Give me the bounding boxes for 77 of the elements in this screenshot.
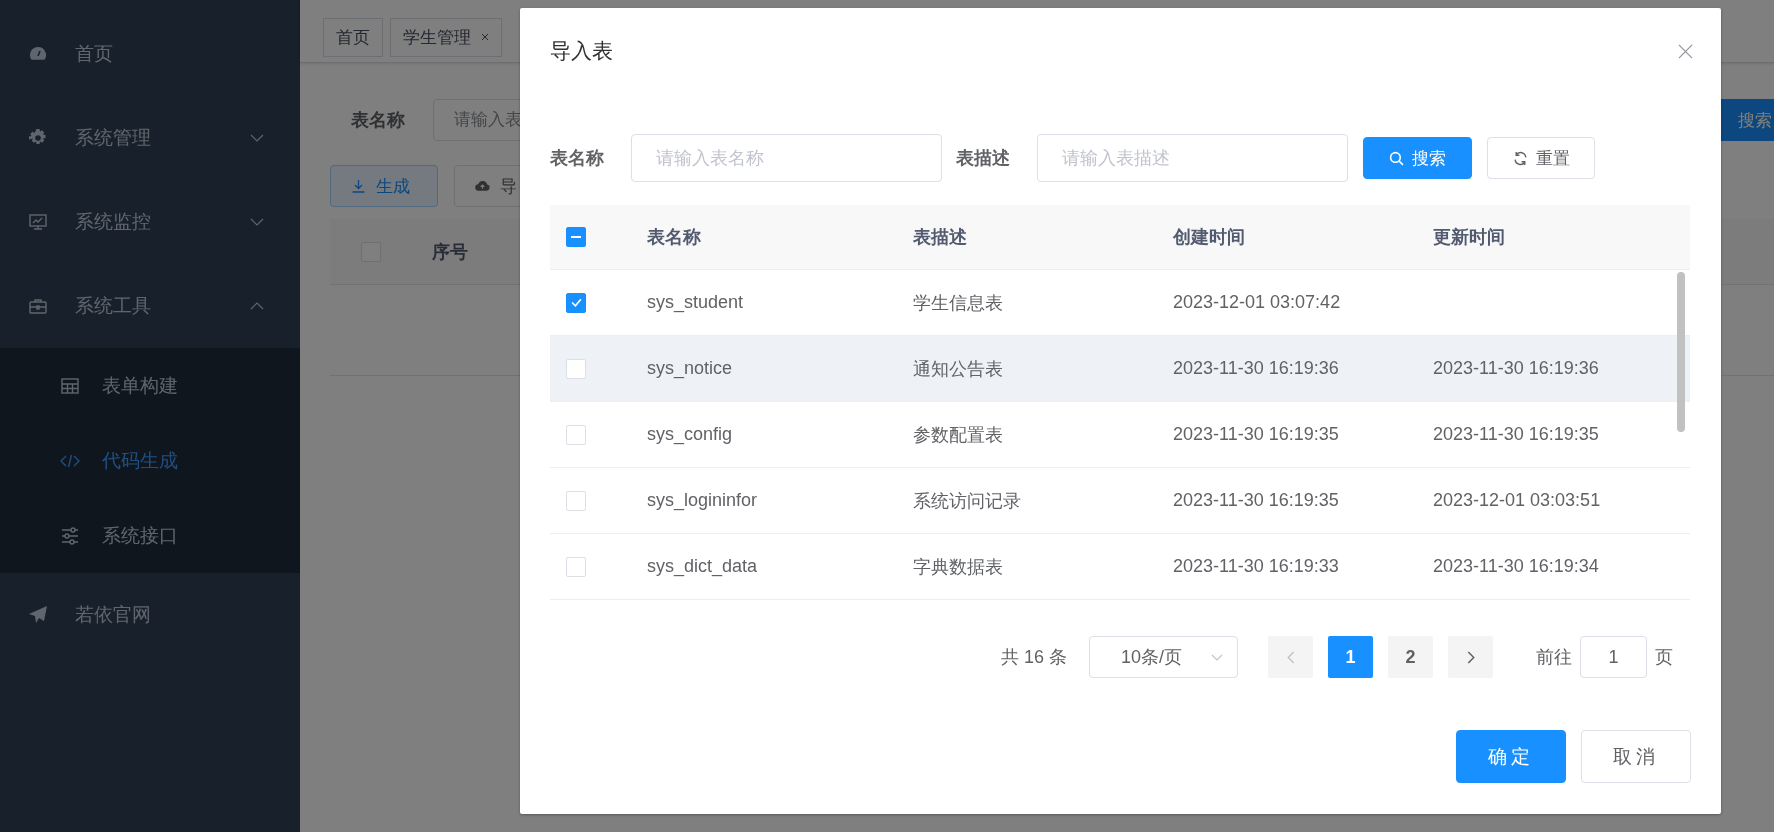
- page-button[interactable]: 2: [1388, 636, 1434, 678]
- confirm-button[interactable]: 确定: [1456, 730, 1566, 783]
- table-cell: 2023-11-30 16:19:35: [1173, 490, 1339, 510]
- close-icon[interactable]: [1678, 43, 1693, 59]
- select-all-checkbox[interactable]: [566, 227, 586, 247]
- table-cell: sys_config: [647, 424, 733, 444]
- table-cell: 学生信息表: [913, 292, 1003, 313]
- sliders-icon: [60, 525, 80, 546]
- table-row[interactable]: sys_dict_data 字典数据表 2023-11-30 16:19:33 2023-11-30 16:19:34: [550, 534, 1690, 600]
- chevron-icon: [250, 302, 264, 310]
- table-cell: 2023-12-01 03:07:42: [1173, 292, 1341, 312]
- column-header: 表描述: [913, 227, 967, 247]
- submenu-item[interactable]: 系统接口: [0, 498, 300, 573]
- table-cell: 2023-11-30 16:19:35: [1433, 424, 1599, 444]
- field-label: 表名称: [350, 109, 406, 132]
- search-button[interactable]: 搜索: [1363, 137, 1472, 179]
- page-suffix: 页: [1655, 646, 1674, 669]
- chevron-icon: [1466, 650, 1475, 664]
- cloud-upload-icon: [475, 179, 490, 193]
- download-icon: [351, 179, 366, 193]
- page-button[interactable]: 1: [1328, 636, 1374, 678]
- column-header: 创建时间: [1173, 227, 1245, 247]
- table-cell: sys_student: [647, 292, 744, 312]
- check-icon: [570, 298, 582, 307]
- submenu-item[interactable]: 表单构建: [0, 348, 300, 423]
- table-cell: 2023-11-30 16:19:33: [1173, 556, 1339, 576]
- chevron-icon: [250, 134, 264, 142]
- goto-label: 前往: [1536, 646, 1573, 669]
- table-cell: 参数配置表: [913, 424, 1003, 445]
- page-size-select[interactable]: 10条/页: [1089, 636, 1239, 678]
- briefcase-icon: [28, 296, 48, 316]
- chevron-icon: [1286, 650, 1295, 664]
- table-cell: 2023-11-30 16:19:36: [1433, 358, 1599, 378]
- menu-item[interactable]: 系统工具: [0, 264, 300, 348]
- input-field[interactable]: 请输入表名称: [631, 134, 942, 182]
- submenu-item[interactable]: 代码生成: [0, 423, 300, 498]
- total-count: 共 16 条: [1001, 646, 1068, 669]
- close-icon[interactable]: [481, 33, 489, 41]
- reset-button[interactable]: 重置: [1487, 137, 1595, 179]
- field-label: 表描述: [956, 147, 1011, 170]
- table-cell: sys_dict_data: [647, 556, 758, 576]
- menu-item[interactable]: 系统监控: [0, 180, 300, 264]
- tag[interactable]: 首页: [323, 17, 383, 57]
- menu-item[interactable]: 系统管理: [0, 96, 300, 180]
- page-input[interactable]: 1: [1580, 636, 1648, 678]
- table-row[interactable]: sys_notice 通知公告表 2023-11-30 16:19:36 2023-11-30 16:19:36: [550, 336, 1690, 402]
- next-page-button[interactable]: [1448, 636, 1494, 678]
- dialog-title: 导入表: [550, 38, 613, 64]
- table-icon: [60, 375, 80, 396]
- table-cell: 2023-11-30 16:19:36: [1173, 358, 1339, 378]
- field-label: 表名称: [550, 147, 605, 170]
- table-row[interactable]: sys_logininfor 系统访问记录 2023-11-30 16:19:35 2023-12-01 03:03:51: [550, 468, 1690, 534]
- input-field[interactable]: 请输入表描述: [1037, 134, 1348, 182]
- generate-button[interactable]: 生成: [330, 165, 438, 207]
- paper-plane-icon: [28, 605, 48, 625]
- table-cell: sys_notice: [647, 358, 733, 378]
- table-cell: 系统访问记录: [913, 490, 1021, 511]
- table-cell: 2023-12-01 03:03:51: [1433, 490, 1601, 510]
- tag[interactable]: 学生管理: [390, 17, 502, 57]
- monitor-icon: [28, 212, 48, 232]
- table-cell: 字典数据表: [913, 556, 1003, 577]
- search-icon: [1389, 150, 1404, 166]
- scrollbar[interactable]: [1677, 272, 1685, 432]
- table-cell: 2023-11-30 16:19:35: [1173, 424, 1339, 444]
- column-header: 表名称: [647, 227, 701, 247]
- table-cell: sys_logininfor: [647, 490, 758, 510]
- row-checkbox[interactable]: [566, 292, 586, 313]
- cancel-button[interactable]: 取消: [1581, 730, 1691, 783]
- refresh-icon: [1512, 150, 1528, 166]
- menu-item[interactable]: 若依官网: [0, 573, 300, 657]
- column-header: 更新时间: [1433, 227, 1505, 247]
- column-header: 序号: [432, 240, 468, 264]
- chevron-icon: [250, 218, 264, 226]
- table-cell: 2023-11-30 16:19:34: [1433, 556, 1599, 576]
- chevron-icon: [1211, 653, 1224, 661]
- menu-item[interactable]: 首页: [0, 12, 300, 96]
- table-cell: 通知公告表: [913, 358, 1003, 379]
